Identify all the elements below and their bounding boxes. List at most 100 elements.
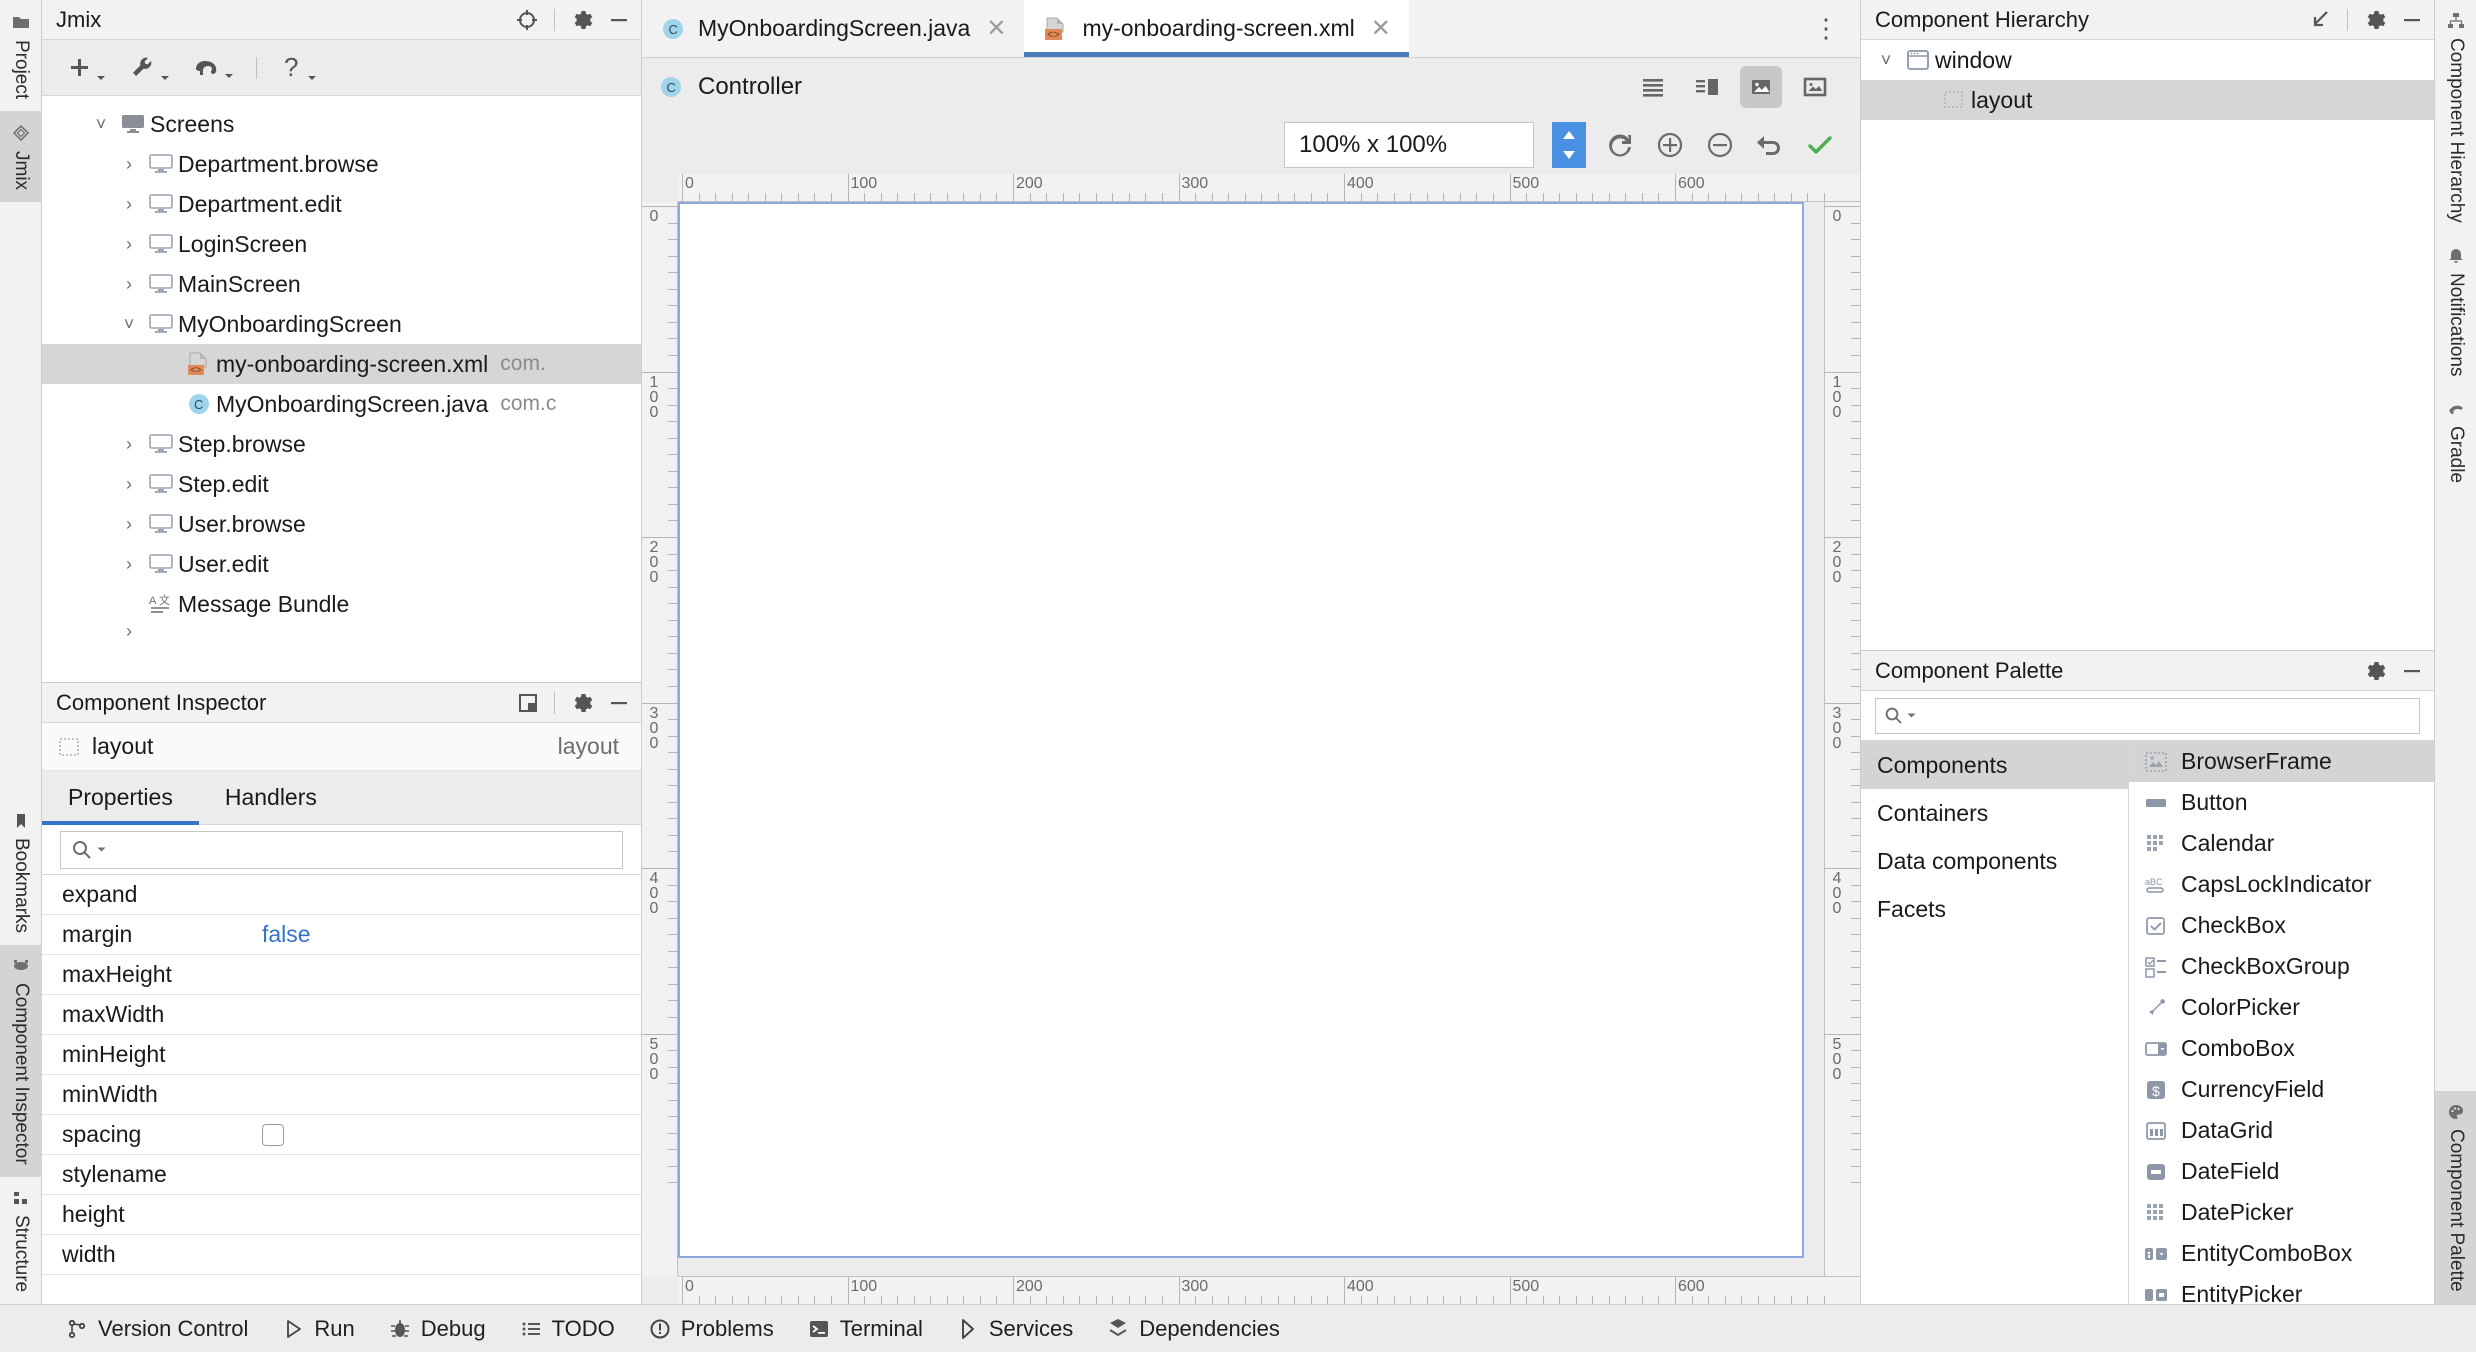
property-row[interactable]: margin false — [42, 915, 641, 955]
editor-tab-java[interactable]: C MyOnboardingScreen.java ✕ — [642, 0, 1024, 57]
status-item-problems[interactable]: Problems — [649, 1316, 774, 1342]
tree-row[interactable]: › Step.edit — [42, 464, 641, 504]
tree-row[interactable]: ˅ MyOnboardingScreen — [42, 304, 641, 344]
gear-icon[interactable] — [2362, 659, 2386, 683]
chevron-down-icon[interactable] — [97, 845, 106, 854]
help-icon[interactable]: ? — [279, 53, 317, 83]
minimize-icon[interactable] — [607, 8, 631, 32]
palette-item-datagrid[interactable]: DataGrid — [2129, 1110, 2434, 1151]
status-item-terminal[interactable]: Terminal — [808, 1316, 923, 1342]
zoom-out-icon[interactable] — [1704, 129, 1736, 161]
palette-item-checkboxgroup[interactable]: CheckBoxGroup — [2129, 946, 2434, 987]
window-mode-icon[interactable] — [516, 691, 540, 715]
hierarchy-node-window[interactable]: ˅ window — [1861, 40, 2434, 80]
controller-link[interactable]: Controller — [698, 73, 802, 101]
status-item-version-control[interactable]: Version Control — [66, 1316, 248, 1342]
palette-item-checkbox[interactable]: CheckBox — [2129, 905, 2434, 946]
tab-handlers[interactable]: Handlers — [199, 771, 343, 824]
zoom-value-input[interactable]: 100% x 100% — [1284, 122, 1534, 168]
stripe-button-component-palette[interactable]: Component Palette — [2435, 1091, 2476, 1304]
property-row[interactable]: expand — [42, 875, 641, 915]
palette-item-capslockindicator[interactable]: aBC CapsLockIndicator — [2129, 864, 2434, 905]
add-icon[interactable] — [64, 53, 106, 83]
stripe-button-jmix[interactable]: Jmix — [0, 111, 42, 203]
chevron-right-icon[interactable]: › — [114, 554, 144, 575]
tab-properties[interactable]: Properties — [42, 771, 199, 825]
palette-item-datepicker[interactable]: DatePicker — [2129, 1192, 2434, 1233]
stripe-button-project[interactable]: Project — [0, 0, 42, 111]
zoom-spinner[interactable] — [1552, 122, 1586, 168]
tree-row[interactable]: ˅ Screens — [42, 104, 641, 144]
tree-row[interactable]: › Step.browse — [42, 424, 641, 464]
split-mode-icon[interactable] — [1686, 66, 1728, 108]
property-value[interactable]: false — [262, 921, 311, 948]
tree-row[interactable]: › Department.edit — [42, 184, 641, 224]
collapse-icon[interactable] — [2307, 7, 2333, 33]
editor-tab-xml[interactable]: <> my-onboarding-screen.xml ✕ — [1024, 0, 1410, 57]
stripe-button-gradle[interactable]: Gradle — [2435, 388, 2476, 495]
elephant-icon[interactable] — [192, 55, 234, 81]
tree-row[interactable]: › LoginScreen — [42, 224, 641, 264]
close-icon[interactable]: ✕ — [1371, 14, 1391, 43]
palette-item-entitycombobox[interactable]: EntityComboBox — [2129, 1233, 2434, 1274]
property-row[interactable]: maxWidth — [42, 995, 641, 1035]
tree-row[interactable]: › User.edit — [42, 544, 641, 584]
stripe-button-notifications[interactable]: Notifications — [2435, 235, 2476, 389]
stripe-button-component-inspector[interactable]: Component Inspector — [0, 945, 42, 1177]
chevron-down-icon[interactable]: ˅ — [86, 114, 116, 135]
status-item-dependencies[interactable]: Dependencies — [1107, 1316, 1280, 1342]
preview-mode-icon[interactable] — [1794, 66, 1836, 108]
chevron-down-icon[interactable]: ˅ — [1871, 50, 1901, 71]
palette-item-currencyfield[interactable]: $ CurrencyField — [2129, 1069, 2434, 1110]
refresh-icon[interactable] — [1604, 129, 1636, 161]
chevron-right-icon[interactable]: › — [114, 624, 144, 638]
chevron-right-icon[interactable]: › — [114, 194, 144, 215]
chevron-right-icon[interactable]: › — [114, 234, 144, 255]
stripe-button-component-hierarchy[interactable]: Component Hierarchy — [2435, 0, 2476, 235]
palette-search-input[interactable] — [1875, 697, 2420, 734]
palette-category-components[interactable]: Components — [1861, 741, 2128, 789]
gear-icon[interactable] — [569, 8, 593, 32]
wrench-icon[interactable] — [128, 53, 170, 83]
canvas-surface-area[interactable] — [678, 202, 1824, 1276]
tree-row[interactable]: › User.browse — [42, 504, 641, 544]
locate-icon[interactable] — [514, 7, 540, 33]
palette-item-calendar[interactable]: Calendar — [2129, 823, 2434, 864]
stripe-button-bookmarks[interactable]: Bookmarks — [0, 800, 42, 945]
inspector-target-row[interactable]: layout layout — [42, 723, 641, 771]
property-row[interactable]: maxHeight — [42, 955, 641, 995]
tree-row-message-bundle[interactable]: A文 Message Bundle — [42, 584, 641, 624]
tree-row[interactable]: › Department.browse — [42, 144, 641, 184]
chevron-right-icon[interactable]: › — [114, 474, 144, 495]
chevron-right-icon[interactable]: › — [114, 434, 144, 455]
status-item-run[interactable]: Run — [282, 1316, 355, 1342]
chevron-down-icon[interactable] — [1907, 711, 1916, 720]
chevron-right-icon[interactable]: › — [114, 154, 144, 175]
tree-row[interactable]: › MainScreen — [42, 264, 641, 304]
tree-row-my-onboarding-screen-java[interactable]: C MyOnboardingScreen.java com.c — [42, 384, 641, 424]
property-row[interactable]: minWidth — [42, 1075, 641, 1115]
palette-item-browserframe[interactable]: BrowserFrame — [2129, 741, 2434, 782]
apply-icon[interactable] — [1804, 129, 1836, 161]
chevron-right-icon[interactable]: › — [114, 514, 144, 535]
palette-item-datefield[interactable]: DateField — [2129, 1151, 2434, 1192]
palette-item-entitypicker[interactable]: EntityPicker — [2129, 1274, 2434, 1304]
tree-row-partial[interactable]: › — [42, 624, 641, 638]
screen-layout-surface[interactable] — [678, 202, 1804, 1258]
palette-category-data-components[interactable]: Data components — [1861, 837, 2128, 885]
text-mode-icon[interactable] — [1632, 66, 1674, 108]
undo-icon[interactable] — [1754, 129, 1786, 161]
jmix-screens-tree[interactable]: ˅ Screens › Department.browse › Departme… — [42, 96, 641, 682]
zoom-in-icon[interactable] — [1654, 129, 1686, 161]
palette-category-containers[interactable]: Containers — [1861, 789, 2128, 837]
property-row-spacing[interactable]: spacing — [42, 1115, 641, 1155]
more-vertical-icon[interactable]: ⋮ — [1793, 0, 1860, 57]
design-mode-icon[interactable] — [1740, 66, 1782, 108]
gear-icon[interactable] — [2362, 8, 2386, 32]
tree-row-my-onboarding-screen-xml[interactable]: <> my-onboarding-screen.xml com. — [42, 344, 641, 384]
property-row[interactable]: stylename — [42, 1155, 641, 1195]
stripe-button-structure[interactable]: Structure — [0, 1177, 42, 1304]
minimize-icon[interactable] — [607, 691, 631, 715]
close-icon[interactable]: ✕ — [986, 14, 1006, 43]
chevron-right-icon[interactable]: › — [114, 274, 144, 295]
